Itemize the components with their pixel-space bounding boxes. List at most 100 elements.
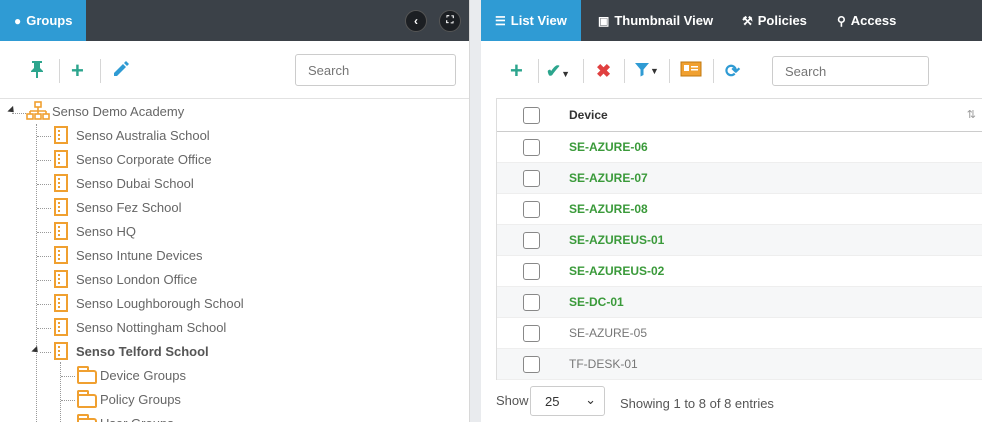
tree-connector [61,400,75,401]
select-all-checkbox[interactable] [523,107,540,124]
row-checkbox[interactable] [523,201,540,218]
tab-policies[interactable]: ⚒ Policies [728,0,821,41]
building-icon [54,222,68,240]
refresh-icon[interactable]: ⟳ [725,60,740,82]
toolbar-divider [59,59,60,83]
chevron-down-icon: ⌄ [585,392,596,407]
tree-node-selected[interactable]: Senso Telford School [76,340,209,364]
tree-connector [37,136,51,137]
entries-summary: Showing 1 to 8 of 8 entries [620,396,774,411]
tree-node[interactable]: Senso Corporate Office [76,148,212,172]
tree-connector [37,304,51,305]
building-icon [54,318,68,336]
tab-label: Policies [757,13,807,28]
device-name[interactable]: SE-AZUREUS-01 [569,225,664,256]
table-row[interactable]: SE-AZUREUS-02 [497,256,982,287]
device-name[interactable]: TF-DESK-01 [569,349,638,380]
toolbar-divider [624,59,625,83]
tree-node[interactable]: Senso Nottingham School [76,316,226,340]
list-icon: ☰ [495,14,506,28]
tree-connector [12,113,26,114]
tree-node[interactable]: Senso Dubai School [76,172,194,196]
row-checkbox[interactable] [523,325,540,342]
table-row[interactable]: TF-DESK-01 [497,349,982,380]
row-checkbox[interactable] [523,356,540,373]
filter-dropdown-icon[interactable]: ▼ [634,60,659,85]
tree-connector [60,362,61,422]
table-row[interactable]: SE-AZUREUS-01 [497,225,982,256]
toolbar-divider [100,59,101,83]
device-name[interactable]: SE-AZUREUS-02 [569,256,664,287]
tab-thumbnail-view[interactable]: ▣ Thumbnail View [584,0,727,41]
row-checkbox[interactable] [523,263,540,280]
building-icon [54,126,68,144]
row-checkbox[interactable] [523,232,540,249]
tree-connector [61,376,75,377]
tab-groups[interactable]: ● Groups [0,0,87,41]
device-name[interactable]: SE-DC-01 [569,287,624,318]
show-label: Show [496,393,529,408]
devices-search-input[interactable] [772,56,929,86]
users-icon: ● [14,14,22,28]
tree-connector [37,184,51,185]
table-row[interactable]: SE-AZURE-07 [497,163,982,194]
row-checkbox[interactable] [523,139,540,156]
table-row[interactable]: SE-AZURE-06 [497,132,982,163]
tree-node[interactable]: Senso London Office [76,268,197,292]
table-row[interactable]: SE-AZURE-05 [497,318,982,349]
building-icon [54,246,68,264]
table-row[interactable]: SE-DC-01 [497,287,982,318]
tree-connector [37,160,51,161]
tree-node[interactable]: User Groups [100,412,174,422]
table-row[interactable]: SE-AZURE-08 [497,194,982,225]
toolbar-divider [583,59,584,83]
device-column-header[interactable]: Device [569,99,608,132]
add-device-button[interactable]: + [510,60,523,82]
tree-node[interactable]: Senso Loughborough School [76,292,244,316]
groups-search-input[interactable] [295,54,456,86]
tree-connector [40,352,51,353]
toolbar-divider [669,59,670,83]
gavel-icon: ⚒ [742,14,753,28]
org-tree-icon [26,101,50,124]
row-checkbox[interactable] [523,294,540,311]
chevron-left-icon[interactable]: ‹ [405,10,427,32]
devices-table: Device ⇅ SE-AZURE-06 SE-AZURE-07 SE-AZURE-… [496,98,982,380]
device-name[interactable]: SE-AZURE-08 [569,194,648,225]
tab-access[interactable]: ⚲ Access [823,0,910,41]
tree-expand-toggle[interactable] [31,345,41,356]
tree-node[interactable]: Senso HQ [76,220,136,244]
tree-node[interactable]: Senso Australia School [76,124,210,148]
edit-pencil-icon[interactable] [112,60,130,83]
id-card-icon[interactable] [680,60,702,82]
delete-x-icon[interactable]: ✖ [596,60,611,82]
device-name[interactable]: SE-AZURE-07 [569,163,648,194]
tree-node[interactable]: Senso Fez School [76,196,182,220]
toolbar-divider [538,59,539,83]
devices-toolbar: + ✔▼ ✖ ▼ ⟳ [481,41,982,99]
fullscreen-icon[interactable]: ⛶ [439,10,461,32]
tab-list-view[interactable]: ☰ List View [481,0,581,41]
table-header: Device ⇅ [497,99,982,132]
add-group-button[interactable]: + [71,60,84,82]
devices-panel: ☰ List View ▣ Thumbnail View ⚒ Policies ⚲ Ac… [481,0,982,422]
row-checkbox[interactable] [523,170,540,187]
tree-connector [37,232,51,233]
folder-icon [77,390,97,408]
folder-icon [77,414,97,422]
tree-node[interactable]: Policy Groups [100,388,181,412]
pin-icon[interactable] [29,60,45,83]
sort-icon[interactable]: ⇅ [967,108,976,121]
building-icon [54,342,68,360]
device-name[interactable]: SE-AZURE-06 [569,132,648,163]
key-icon: ⚲ [837,14,846,28]
tree-node[interactable]: Device Groups [100,364,186,388]
tree-node[interactable]: Senso Intune Devices [76,244,202,268]
tree-connector [37,328,51,329]
tab-label: List View [510,13,567,28]
checkmark-dropdown-icon[interactable]: ✔▼ [546,60,570,85]
tree-root-node[interactable]: Senso Demo Academy [52,100,184,124]
monitor-icon: ▣ [598,14,610,28]
device-name[interactable]: SE-AZURE-05 [569,318,647,349]
page-size-select[interactable]: 25 ⌄ [530,386,605,416]
